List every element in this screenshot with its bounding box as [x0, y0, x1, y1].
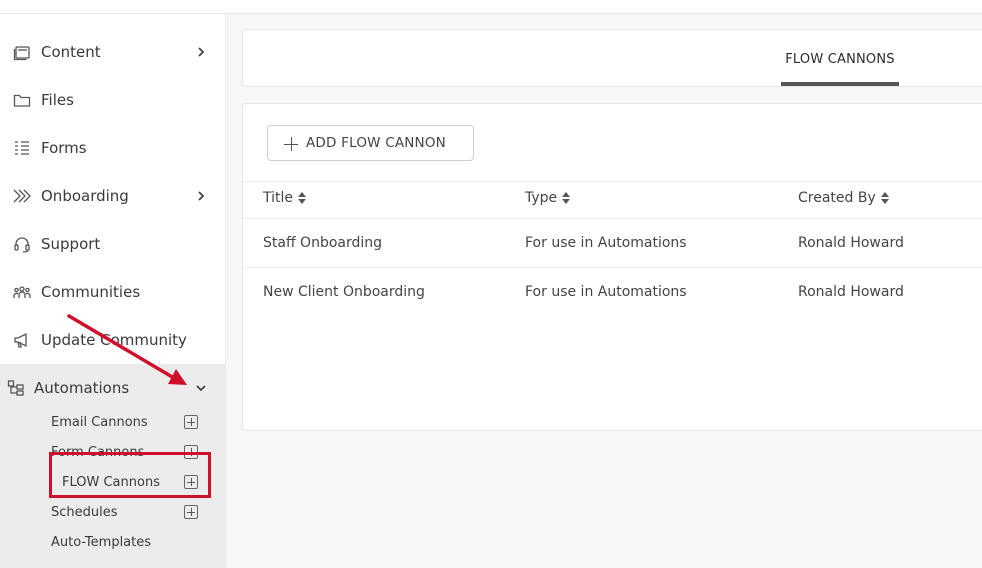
column-header-label: Title	[263, 190, 294, 206]
add-flow-cannon-button[interactable]: ADD FLOW CANNON	[267, 125, 474, 161]
column-header-created-by[interactable]: Created By	[798, 190, 890, 206]
sidebar-subitem-flow-cannons[interactable]: FLOW Cannons	[0, 468, 225, 498]
sidebar-item-files[interactable]: Files	[0, 76, 225, 124]
cell-type: For use in Automations	[525, 284, 687, 300]
sidebar-item-label: Support	[41, 235, 101, 253]
cell-type: For use in Automations	[525, 235, 687, 251]
chevron-right-icon[interactable]	[194, 45, 208, 59]
tab-label: FLOW CANNONS	[785, 52, 895, 67]
subitem-label: Schedules	[51, 505, 118, 520]
content-icon	[12, 42, 32, 62]
table-divider	[243, 267, 982, 268]
add-square-icon[interactable]	[184, 505, 198, 519]
communities-icon	[12, 282, 32, 302]
chevron-right-icon[interactable]	[194, 189, 208, 203]
column-header-type[interactable]: Type	[525, 190, 571, 206]
sidebar-item-label: Onboarding	[41, 187, 129, 205]
sort-icon[interactable]	[880, 192, 890, 204]
chevron-down-icon[interactable]	[194, 381, 208, 395]
sidebar-item-label: Update Community	[41, 331, 187, 349]
sidebar-item-communities[interactable]: Communities	[0, 268, 225, 316]
sidebar-subitem-schedules[interactable]: Schedules	[0, 498, 225, 528]
sidebar-subitem-auto-templates[interactable]: Auto-Templates	[0, 528, 225, 558]
sidebar-item-label: Communities	[41, 283, 141, 301]
sidebar-subitem-form-cannons[interactable]: Form Cannons	[0, 438, 225, 468]
column-header-title[interactable]: Title	[263, 190, 307, 206]
automations-icon	[6, 378, 26, 398]
sidebar-subitem-email-cannons[interactable]: Email Cannons	[0, 408, 225, 438]
sidebar-item-support[interactable]: Support	[0, 220, 225, 268]
subitem-label: Auto-Templates	[51, 535, 152, 550]
cell-title[interactable]: New Client Onboarding	[263, 284, 425, 300]
subitem-label: Form Cannons	[51, 445, 145, 460]
sidebar-item-label: Files	[41, 91, 74, 109]
tabs-card: FLOW CANNONS	[242, 29, 982, 87]
add-button-label: ADD FLOW CANNON	[306, 135, 446, 151]
sidebar-item-label: Automations	[34, 379, 130, 397]
sidebar-item-automations[interactable]: Automations	[0, 364, 225, 412]
add-square-icon[interactable]	[184, 475, 198, 489]
column-header-label: Created By	[798, 190, 876, 206]
active-tab-indicator	[781, 82, 899, 86]
column-header-label: Type	[525, 190, 558, 206]
sidebar-item-forms[interactable]: Forms	[0, 124, 225, 172]
sort-icon[interactable]	[562, 192, 571, 204]
sidebar: Content Files Forms Onboarding Support C…	[0, 14, 226, 568]
sort-icon[interactable]	[298, 192, 307, 204]
sidebar-item-content[interactable]: Content	[0, 28, 225, 76]
flow-cannons-card: ADD FLOW CANNON Title Type Created By St…	[242, 103, 982, 431]
automations-section: Automations Email Cannons Form Cannons F…	[0, 364, 225, 568]
headset-icon	[12, 234, 32, 254]
table-divider	[243, 181, 982, 182]
sidebar-item-update-community[interactable]: Update Community	[0, 316, 225, 364]
tab-flow-cannons[interactable]: FLOW CANNONS	[781, 30, 899, 87]
top-bar	[0, 0, 982, 14]
add-square-icon[interactable]	[184, 415, 198, 429]
cell-created-by: Ronald Howard	[798, 284, 904, 300]
folder-icon	[12, 90, 32, 110]
table-divider	[243, 218, 982, 219]
forms-icon	[12, 138, 32, 158]
megaphone-icon	[12, 330, 32, 350]
subitem-label: Email Cannons	[51, 415, 148, 430]
add-square-icon[interactable]	[184, 445, 198, 459]
cell-title[interactable]: Staff Onboarding	[263, 235, 382, 251]
sidebar-item-label: Content	[41, 43, 101, 61]
onboarding-icon	[12, 186, 32, 206]
plus-icon	[284, 137, 298, 151]
sidebar-item-onboarding[interactable]: Onboarding	[0, 172, 225, 220]
sidebar-item-label: Forms	[41, 139, 87, 157]
cell-created-by: Ronald Howard	[798, 235, 904, 251]
subitem-label: FLOW Cannons	[62, 475, 160, 490]
